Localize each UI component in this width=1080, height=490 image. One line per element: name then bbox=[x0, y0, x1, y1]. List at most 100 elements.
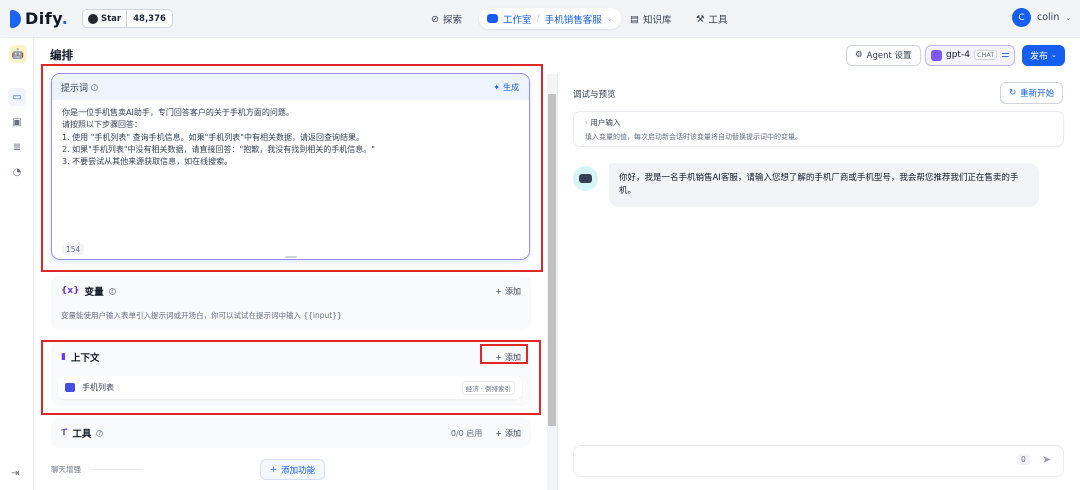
folder-icon bbox=[65, 383, 75, 392]
model-selector[interactable]: gpt-4 CHAT ⚌ bbox=[925, 44, 1016, 66]
send-icon[interactable]: ➤ bbox=[1042, 453, 1051, 466]
sliders-icon: ⚌ bbox=[1001, 50, 1010, 60]
add-context-button[interactable]: + 添加 bbox=[495, 352, 521, 363]
logs-icon[interactable]: ≣ bbox=[8, 138, 26, 156]
agent-settings-label: Agent 设置 bbox=[866, 51, 912, 61]
context-section: ▮ 上下文 + 添加 手机列表 经济 · 倒排索引 bbox=[51, 342, 531, 406]
top-bar: Dify. Star 48,376 ⊘ 探索 工作室 / 手机销售客服 ⌄ ▤ 知识… bbox=[0, 0, 1080, 37]
restart-label: 重新开始 bbox=[1020, 89, 1055, 99]
resize-handle[interactable] bbox=[285, 256, 297, 258]
info-icon: ? bbox=[91, 83, 99, 91]
sparkle-icon: ✦ bbox=[493, 82, 500, 92]
plus-icon: + bbox=[495, 352, 502, 362]
info-icon: ? bbox=[108, 287, 116, 295]
document-icon: ▮ bbox=[61, 352, 66, 362]
chat-input-count: 0 bbox=[1017, 454, 1030, 465]
nav-studio-label: 工作室 bbox=[503, 14, 532, 26]
tool-icon: ፐ bbox=[61, 428, 68, 438]
divider bbox=[92, 469, 142, 470]
user-input-panel[interactable]: › 用户输入 填入变量的值，每次启动新会话时该变量将自动替换提示词中的变量。 bbox=[573, 111, 1064, 147]
refresh-icon: ↻ bbox=[1009, 88, 1017, 98]
add-variable-button[interactable]: + 添加 bbox=[495, 286, 521, 297]
restart-button[interactable]: ↻ 重新开始 bbox=[1000, 82, 1064, 104]
context-title: 上下文 bbox=[70, 353, 100, 364]
tools-enabled-count: 0/0 启用 bbox=[450, 428, 483, 438]
app-name-dropdown[interactable]: 手机销售客服 bbox=[545, 12, 602, 26]
hammer-icon: ⚒ bbox=[696, 13, 705, 25]
add-feature-label: 添加功能 bbox=[281, 465, 316, 476]
github-icon bbox=[88, 13, 98, 24]
plus-icon: + bbox=[495, 428, 502, 438]
add-tool-label: 添加 bbox=[505, 428, 521, 438]
char-count: 154 bbox=[62, 244, 85, 255]
user-name: colin bbox=[1037, 12, 1060, 23]
chevron-down-icon: ⌄ bbox=[606, 14, 613, 23]
user-menu[interactable]: C colin ⌄ bbox=[1012, 8, 1071, 27]
main-area: 🤖 ▭ ▣ ≣ ◔ ⇥ 编排 ⚙ Agent 设置 gpt-4 CHAT ⚌ 发布… bbox=[0, 37, 1080, 490]
tools-section: ፐ 工具? 0/0 启用 + 添加 bbox=[51, 418, 531, 448]
dataset-index-tag: 经济 · 倒排索引 bbox=[461, 380, 515, 395]
variables-section: {x} 变量? + 添加 变量能使用户输入表单引入提示词或开场白，你可以试试在提示词… bbox=[51, 276, 531, 330]
app-sidebar: 🤖 ▭ ▣ ≣ ◔ ⇥ bbox=[0, 38, 34, 490]
nav-knowledge-label: 知识库 bbox=[642, 15, 672, 26]
nav-explore[interactable]: ⊘ 探索 bbox=[431, 9, 462, 29]
user-input-description: 填入变量的值，每次启动新会话时该变量将自动替换提示词中的变量。 bbox=[585, 133, 802, 141]
variable-icon: {x} bbox=[61, 286, 80, 296]
page-title: 编排 bbox=[50, 48, 73, 62]
nav-tools[interactable]: ⚒ 工具 bbox=[696, 9, 728, 29]
chat-input[interactable] bbox=[573, 445, 1064, 477]
variables-description: 变量能使用户输入表单引入提示词或开场白，你可以试试在提示词中输入 {{input… bbox=[61, 311, 342, 320]
user-input-title: 用户输入 bbox=[590, 118, 621, 127]
bot-avatar bbox=[573, 166, 598, 191]
add-variable-label: 添加 bbox=[505, 286, 521, 296]
robot-icon bbox=[487, 14, 498, 23]
tools-title: 工具 bbox=[72, 429, 92, 440]
github-star-button[interactable]: Star 48,376 bbox=[82, 9, 173, 28]
debug-title: 调试与预览 bbox=[573, 90, 616, 100]
compass-icon: ⊘ bbox=[431, 13, 439, 25]
nav-explore-label: 探索 bbox=[442, 15, 462, 26]
model-name: gpt-4 bbox=[946, 50, 970, 60]
dataset-name: 手机列表 bbox=[82, 383, 114, 392]
chevron-down-icon: ⌄ bbox=[1065, 13, 1072, 22]
nav-tools-label: 工具 bbox=[708, 15, 728, 26]
orchestrate-icon[interactable]: ▭ bbox=[8, 88, 26, 106]
publish-button[interactable]: 发布 ⌄ bbox=[1022, 44, 1065, 66]
add-feature-button[interactable]: + 添加功能 bbox=[260, 459, 326, 480]
chat-enhance-label: 聊天增强 bbox=[51, 465, 81, 474]
prompt-textarea[interactable]: 你是一位手机售卖AI助手，专门回答客户的关于手机方面的问题。 请按照以下步骤回答… bbox=[52, 100, 529, 175]
app-icon[interactable]: 🤖 bbox=[9, 45, 27, 63]
robot-icon bbox=[579, 174, 592, 183]
model-mode-badge: CHAT bbox=[973, 50, 998, 60]
agent-settings-button[interactable]: ⚙ Agent 设置 bbox=[846, 44, 921, 66]
add-tool-button[interactable]: + 添加 bbox=[495, 428, 521, 439]
scrollbar-thumb[interactable] bbox=[548, 94, 556, 426]
avatar: C bbox=[1012, 8, 1031, 27]
plus-icon: + bbox=[495, 286, 502, 296]
api-icon[interactable]: ▣ bbox=[8, 113, 26, 131]
plus-icon: + bbox=[270, 464, 278, 475]
collapse-sidebar-icon[interactable]: ⇥ bbox=[11, 468, 19, 479]
openai-icon bbox=[931, 49, 942, 61]
context-item[interactable]: 手机列表 经济 · 倒排索引 bbox=[58, 376, 522, 399]
brand-name: Dify bbox=[25, 9, 62, 28]
info-icon: ? bbox=[96, 429, 104, 437]
github-star-count: 48,376 bbox=[133, 13, 166, 24]
gear-icon: ⚙ bbox=[855, 50, 863, 60]
dify-logo[interactable]: Dify. bbox=[10, 9, 68, 28]
add-context-label: 添加 bbox=[505, 352, 521, 362]
nav-knowledge[interactable]: ▤ 知识库 bbox=[630, 9, 672, 29]
nav-studio[interactable]: 工作室 / 手机销售客服 ⌄ bbox=[479, 8, 621, 29]
chevron-down-icon: ⌄ bbox=[1051, 51, 1057, 59]
generate-button[interactable]: ✦ 生成 bbox=[493, 82, 519, 93]
monitor-icon[interactable]: ◔ bbox=[8, 163, 26, 181]
panel-divider bbox=[557, 74, 558, 490]
book-icon: ▤ bbox=[630, 13, 639, 25]
dify-logo-icon bbox=[10, 9, 21, 28]
generate-label: 生成 bbox=[503, 82, 519, 92]
bot-message: 你好，我是一名手机销售AI客服，请输入您想了解的手机厂商或手机型号，我会帮您推荐… bbox=[609, 163, 1039, 207]
publish-label: 发布 bbox=[1030, 51, 1049, 62]
prompt-label: 提示词 bbox=[61, 83, 89, 94]
variables-title: 变量 bbox=[84, 287, 104, 298]
prompt-editor[interactable]: 提示词? ✦ 生成 你是一位手机售卖AI助手，专门回答客户的关于手机方面的问题。 … bbox=[51, 73, 530, 260]
